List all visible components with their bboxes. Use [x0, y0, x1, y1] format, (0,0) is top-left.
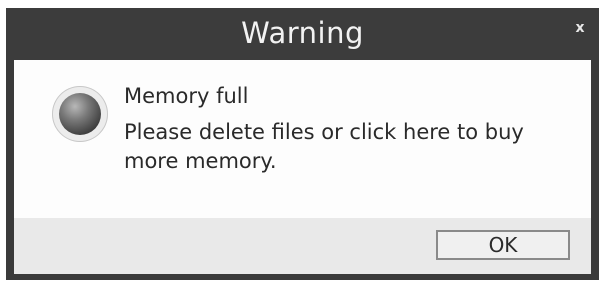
- title-bar: Warning x: [6, 8, 599, 60]
- warning-dialog: Warning x Memory full Please delete file…: [6, 8, 599, 280]
- message-body[interactable]: Please delete files or click here to buy…: [124, 118, 564, 176]
- dialog-footer: OK: [14, 218, 591, 274]
- message-title: Memory full: [124, 84, 249, 108]
- dialog-content: Memory full Please delete files or click…: [14, 60, 591, 218]
- orb-sphere: [59, 93, 101, 135]
- dialog-title: Warning: [241, 16, 364, 50]
- ok-button[interactable]: OK: [436, 230, 570, 260]
- close-button[interactable]: x: [563, 14, 597, 42]
- info-orb-icon: [52, 86, 108, 142]
